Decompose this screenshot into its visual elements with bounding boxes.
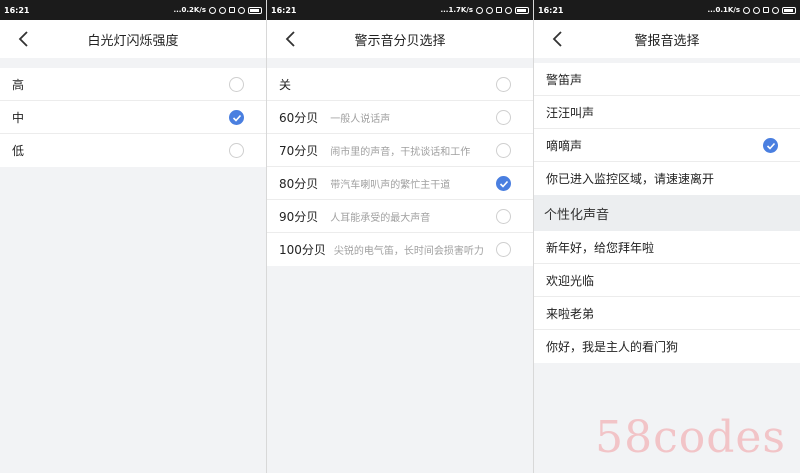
alarm-options-list: 警笛声 汪汪叫声 嘀嘀声 你已进入监控区域，请速速离开 — [534, 63, 800, 195]
radio-checked-icon[interactable] — [496, 176, 511, 191]
option-siren[interactable]: 警笛声 — [534, 63, 800, 96]
status-bar: 16:21 ...1.7K/s — [267, 0, 533, 20]
option-low[interactable]: 低 — [0, 134, 266, 167]
warning-decibel-screen: 16:21 ...1.7K/s 警示音分贝选择 关 60分贝 一般人说话声 70… — [267, 0, 533, 473]
option-label: 警笛声 — [546, 72, 583, 87]
bluetooth-icon — [209, 6, 216, 14]
radio-unchecked[interactable] — [496, 110, 511, 125]
option-90db[interactable]: 90分贝 人耳能承受的最大声音 — [267, 200, 533, 233]
wifi-icon — [772, 6, 779, 14]
option-label: 关 — [279, 77, 292, 92]
option-desc: 带汽车喇叭声的繁忙主干道 — [330, 179, 451, 191]
status-bar: 16:21 ...0.2K/s — [0, 0, 266, 20]
option-bark[interactable]: 汪汪叫声 — [534, 96, 800, 129]
option-high[interactable]: 高 — [0, 68, 266, 101]
nav-header: 警示音分贝选择 — [267, 20, 533, 58]
section-title: 个性化声音 — [534, 195, 800, 231]
option-label: 来啦老弟 — [546, 306, 595, 321]
bluetooth-icon — [476, 6, 483, 14]
radio-checked-icon[interactable] — [229, 110, 244, 125]
custom-option[interactable]: 来啦老弟 — [534, 297, 800, 330]
alarm-icon — [486, 6, 493, 14]
radio-checked-icon[interactable] — [763, 138, 778, 153]
radio-unchecked[interactable] — [496, 77, 511, 92]
option-label: 60分贝 — [279, 110, 319, 125]
status-time: 16:21 — [271, 5, 297, 15]
radio-unchecked[interactable] — [229, 77, 244, 92]
battery-icon — [248, 6, 262, 14]
option-label: 嘀嘀声 — [546, 138, 583, 153]
option-label: 汪汪叫声 — [546, 105, 595, 120]
radio-unchecked[interactable] — [496, 209, 511, 224]
alarm-icon — [753, 6, 760, 14]
back-arrow-icon[interactable] — [281, 29, 301, 49]
option-label: 中 — [12, 110, 25, 125]
nav-header: 白光灯闪烁强度 — [0, 20, 266, 58]
status-time: 16:21 — [4, 5, 30, 15]
option-beep[interactable]: 嘀嘀声 — [534, 129, 800, 162]
option-70db[interactable]: 70分贝 闹市里的声音，干扰谈话和工作 — [267, 134, 533, 167]
option-label: 90分贝 — [279, 209, 319, 224]
alarm-icon — [219, 6, 226, 14]
option-label: 欢迎光临 — [546, 273, 595, 288]
notification-icon — [763, 7, 769, 13]
option-60db[interactable]: 60分贝 一般人说话声 — [267, 101, 533, 134]
option-medium[interactable]: 中 — [0, 101, 266, 134]
radio-unchecked[interactable] — [496, 242, 511, 257]
nav-header: 警报音选择 — [534, 20, 800, 58]
status-time: 16:21 — [538, 5, 564, 15]
custom-option[interactable]: 新年好，给您拜年啦 — [534, 231, 800, 264]
page-title: 警示音分贝选择 — [354, 33, 446, 49]
custom-sound-list: 新年好，给您拜年啦 欢迎光临 来啦老弟 你好，我是主人的看门狗 — [534, 231, 800, 363]
intensity-options-list: 高 中 低 — [0, 68, 266, 167]
page-title: 白光灯闪烁强度 — [87, 33, 179, 49]
back-arrow-icon[interactable] — [14, 29, 34, 49]
option-desc: 一般人说话声 — [330, 113, 391, 125]
decibel-options-list: 关 60分贝 一般人说话声 70分贝 闹市里的声音，干扰谈话和工作 80分贝 带… — [267, 68, 533, 266]
watermark: 58codes — [595, 412, 786, 463]
network-speed: ...0.2K/s — [173, 6, 206, 14]
option-100db[interactable]: 100分贝 尖锐的电气笛，长时间会损害听力 — [267, 233, 533, 266]
battery-icon — [515, 6, 529, 14]
option-off[interactable]: 关 — [267, 68, 533, 101]
option-80db[interactable]: 80分贝 带汽车喇叭声的繁忙主干道 — [267, 167, 533, 200]
back-arrow-icon[interactable] — [548, 29, 568, 49]
custom-option[interactable]: 你好，我是主人的看门狗 — [534, 330, 800, 363]
custom-option[interactable]: 欢迎光临 — [534, 264, 800, 297]
option-label: 新年好，给您拜年啦 — [546, 240, 655, 255]
option-desc: 闹市里的声音，干扰谈话和工作 — [330, 146, 471, 158]
option-desc: 尖锐的电气笛，长时间会损害听力 — [333, 246, 484, 257]
radio-unchecked[interactable] — [496, 143, 511, 158]
notification-icon — [496, 7, 502, 13]
battery-icon — [782, 6, 796, 14]
option-label: 低 — [12, 144, 25, 158]
option-label: 100分贝 — [279, 243, 326, 257]
option-desc: 人耳能承受的最大声音 — [330, 212, 431, 224]
option-label: 70分贝 — [279, 143, 319, 158]
alarm-sound-screen: 16:21 ...0.1K/s 警报音选择 警笛声 汪汪叫声 嘀嘀声 你已进入监… — [534, 0, 800, 473]
wifi-icon — [505, 6, 512, 14]
flash-intensity-screen: 16:21 ...0.2K/s 白光灯闪烁强度 高 中 低 — [0, 0, 266, 473]
network-speed: ...1.7K/s — [440, 6, 473, 14]
bluetooth-icon — [743, 6, 750, 14]
option-label: 80分贝 — [279, 176, 319, 191]
notification-icon — [229, 7, 235, 13]
option-label: 你已进入监控区域，请速速离开 — [546, 172, 715, 186]
option-label: 你好，我是主人的看门狗 — [546, 340, 679, 354]
page-title: 警报音选择 — [634, 33, 700, 49]
status-bar: 16:21 ...0.1K/s — [534, 0, 800, 20]
network-speed: ...0.1K/s — [707, 6, 740, 14]
wifi-icon — [238, 6, 245, 14]
option-label: 高 — [12, 77, 25, 92]
option-monitor-warning[interactable]: 你已进入监控区域，请速速离开 — [534, 162, 800, 195]
radio-unchecked[interactable] — [229, 143, 244, 158]
